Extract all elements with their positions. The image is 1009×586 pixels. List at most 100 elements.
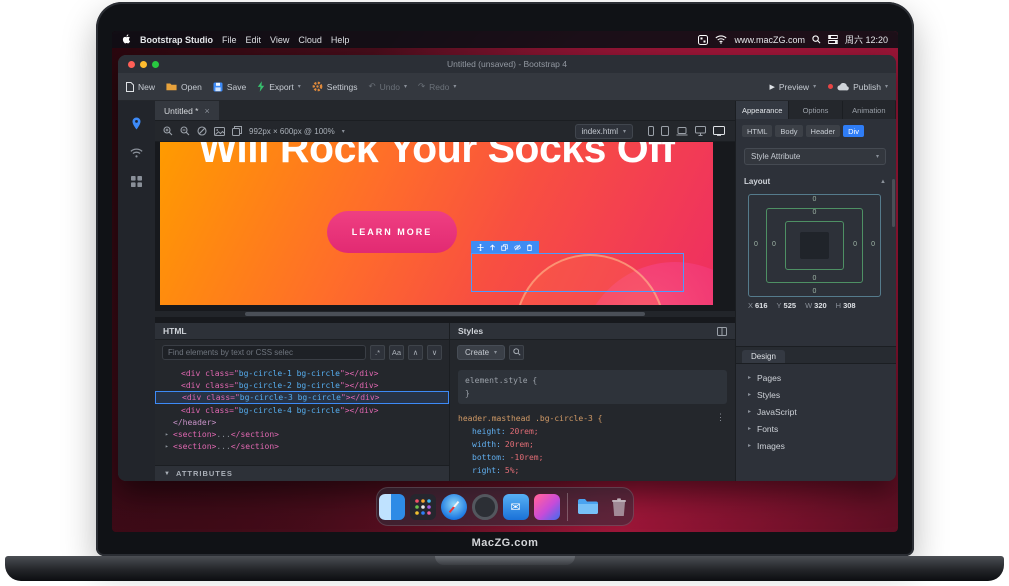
box-model-diagram[interactable]: 0 0 0 0 0 0 0 0 bbox=[748, 194, 881, 297]
css-rule-block[interactable]: header.masthead .bg-circle-3 {⋮ height:2… bbox=[458, 412, 727, 477]
window-titlebar[interactable]: Untitled (unsaved) - Bootstrap 4 bbox=[118, 55, 896, 73]
grid-icon[interactable] bbox=[131, 176, 142, 187]
close-tab-icon[interactable]: × bbox=[205, 106, 210, 116]
tree-row[interactable]: <div class="bg-circle-1 bg-circle"></div… bbox=[155, 367, 449, 379]
menubar-app-name[interactable]: Bootstrap Studio bbox=[140, 35, 213, 45]
padding-bottom-value[interactable]: 0 bbox=[748, 275, 881, 282]
control-center-icon[interactable] bbox=[828, 35, 838, 44]
element-style-block[interactable]: element.style { } bbox=[458, 370, 727, 404]
tree-row[interactable]: <div class="bg-circle-2 bg-circle"></div… bbox=[155, 379, 449, 391]
padding-left-value[interactable]: 0 bbox=[772, 241, 776, 248]
tree-row[interactable]: <div class="bg-circle-4 bg-circle"></div… bbox=[155, 404, 449, 416]
settings-button[interactable]: Settings bbox=[312, 81, 358, 92]
create-style-button[interactable]: Create ▾ bbox=[457, 345, 505, 360]
search-icon[interactable] bbox=[812, 35, 821, 44]
regex-toggle[interactable]: .* bbox=[370, 345, 385, 360]
tab-untitled[interactable]: Untitled * × bbox=[155, 101, 219, 120]
design-item-images[interactable]: ▸Images bbox=[736, 437, 896, 454]
learn-more-button[interactable]: LEARN MORE bbox=[327, 211, 457, 253]
crumb-header[interactable]: Header bbox=[806, 125, 841, 137]
tab-options[interactable]: Options bbox=[789, 101, 842, 119]
wifi-icon[interactable] bbox=[715, 35, 727, 44]
drag-move-icon[interactable] bbox=[477, 244, 484, 251]
device-tv-icon[interactable] bbox=[713, 126, 725, 136]
design-item-fonts[interactable]: ▸Fonts bbox=[736, 420, 896, 437]
select-parent-icon[interactable] bbox=[489, 244, 496, 251]
disable-styles-icon[interactable] bbox=[197, 126, 207, 136]
image-icon[interactable] bbox=[214, 127, 225, 136]
signal-icon[interactable] bbox=[130, 148, 143, 158]
design-item-styles[interactable]: ▸Styles bbox=[736, 386, 896, 403]
menubar-clock[interactable]: 周六 12:20 bbox=[845, 33, 888, 46]
dock-photos-icon[interactable] bbox=[534, 494, 560, 520]
preview-button[interactable]: ▶ Preview▾ bbox=[769, 82, 816, 92]
input-source-icon[interactable] bbox=[698, 35, 708, 45]
design-item-javascript[interactable]: ▸JavaScript bbox=[736, 403, 896, 420]
dock-finder-icon[interactable] bbox=[379, 494, 405, 520]
layout-section-header[interactable]: Layout ▲ bbox=[744, 177, 886, 186]
redo-button[interactable]: ↷ Redo▾ bbox=[418, 81, 456, 92]
pin-icon[interactable] bbox=[131, 117, 142, 130]
crumb-html[interactable]: HTML bbox=[742, 125, 772, 137]
style-attribute-select[interactable]: Style Attribute ▾ bbox=[744, 148, 886, 165]
menu-cloud[interactable]: Cloud bbox=[298, 35, 322, 45]
device-phone-icon[interactable] bbox=[648, 126, 654, 136]
padding-right-value[interactable]: 0 bbox=[853, 241, 857, 248]
new-button[interactable]: New bbox=[126, 82, 155, 92]
selection-rectangle[interactable] bbox=[471, 253, 684, 292]
margin-bottom-value[interactable]: 0 bbox=[748, 288, 881, 295]
device-desktop-icon[interactable] bbox=[695, 126, 706, 136]
tree-row[interactable]: ▸<section>...</section> bbox=[155, 440, 449, 452]
duplicate-icon[interactable] bbox=[501, 244, 508, 251]
margin-right-value[interactable]: 0 bbox=[871, 241, 875, 248]
crumb-body[interactable]: Body bbox=[775, 125, 802, 137]
margin-top-value[interactable]: 0 bbox=[748, 196, 881, 203]
zoom-out-icon[interactable] bbox=[180, 126, 190, 136]
styles-search-button[interactable] bbox=[509, 345, 524, 360]
design-item-pages[interactable]: ▸Pages bbox=[736, 369, 896, 386]
open-button[interactable]: Open bbox=[166, 82, 202, 92]
undo-button[interactable]: ↶ Undo▾ bbox=[369, 81, 407, 92]
attributes-bar[interactable]: ▼ ATTRIBUTES bbox=[155, 465, 449, 481]
menu-file[interactable]: File bbox=[222, 35, 237, 45]
rule-menu-icon[interactable]: ⋮ bbox=[716, 412, 725, 425]
tab-animation[interactable]: Animation bbox=[843, 101, 896, 119]
tab-design[interactable]: Design bbox=[742, 350, 785, 363]
inspector-scrollbar[interactable] bbox=[892, 179, 895, 227]
menu-edit[interactable]: Edit bbox=[246, 35, 262, 45]
apple-menu-icon[interactable] bbox=[122, 34, 131, 45]
margin-left-value[interactable]: 0 bbox=[754, 241, 758, 248]
prev-match-button[interactable]: ∧ bbox=[408, 345, 423, 360]
file-select[interactable]: index.html ▾ bbox=[575, 124, 633, 139]
menu-help[interactable]: Help bbox=[331, 35, 350, 45]
dock-trash-icon[interactable] bbox=[606, 494, 632, 520]
canvas-size-label[interactable]: 992px × 600px @ 100% bbox=[249, 127, 335, 136]
dock-folder-icon[interactable] bbox=[575, 494, 601, 520]
export-button[interactable]: Export▾ bbox=[257, 81, 301, 92]
hide-icon[interactable] bbox=[514, 244, 521, 251]
menu-view[interactable]: View bbox=[270, 35, 289, 45]
device-laptop-icon[interactable] bbox=[676, 127, 688, 136]
crumb-div[interactable]: Div bbox=[843, 125, 864, 137]
delete-icon[interactable] bbox=[526, 244, 533, 251]
canvas-hscrollbar[interactable] bbox=[155, 311, 735, 317]
dock-safari-icon[interactable] bbox=[441, 494, 467, 520]
dock-camera-icon[interactable] bbox=[472, 494, 498, 520]
publish-button[interactable]: Publish▾ bbox=[828, 82, 888, 92]
hscrollbar-thumb[interactable] bbox=[245, 312, 645, 316]
hero-headline[interactable]: Will Rock Your Socks Off bbox=[160, 142, 713, 172]
dock-launchpad-icon[interactable] bbox=[410, 494, 436, 520]
match-case-toggle[interactable]: Aa bbox=[389, 345, 404, 360]
panel-layout-icon[interactable] bbox=[717, 327, 727, 336]
dock-mail-icon[interactable]: ✉ bbox=[503, 494, 529, 520]
tree-row[interactable]: </header> bbox=[155, 416, 449, 428]
zoom-in-icon[interactable] bbox=[163, 126, 173, 136]
tree-row-selected[interactable]: <div class="bg-circle-3 bg-circle"></div… bbox=[155, 391, 449, 404]
device-tablet-icon[interactable] bbox=[661, 126, 669, 136]
menubar-url[interactable]: www.macZG.com bbox=[734, 35, 805, 45]
find-elements-input[interactable] bbox=[162, 345, 366, 360]
next-match-button[interactable]: ∨ bbox=[427, 345, 442, 360]
tab-appearance[interactable]: Appearance bbox=[736, 101, 789, 119]
layers-icon[interactable] bbox=[232, 126, 242, 136]
tree-row[interactable]: ▸<section>...</section> bbox=[155, 428, 449, 440]
